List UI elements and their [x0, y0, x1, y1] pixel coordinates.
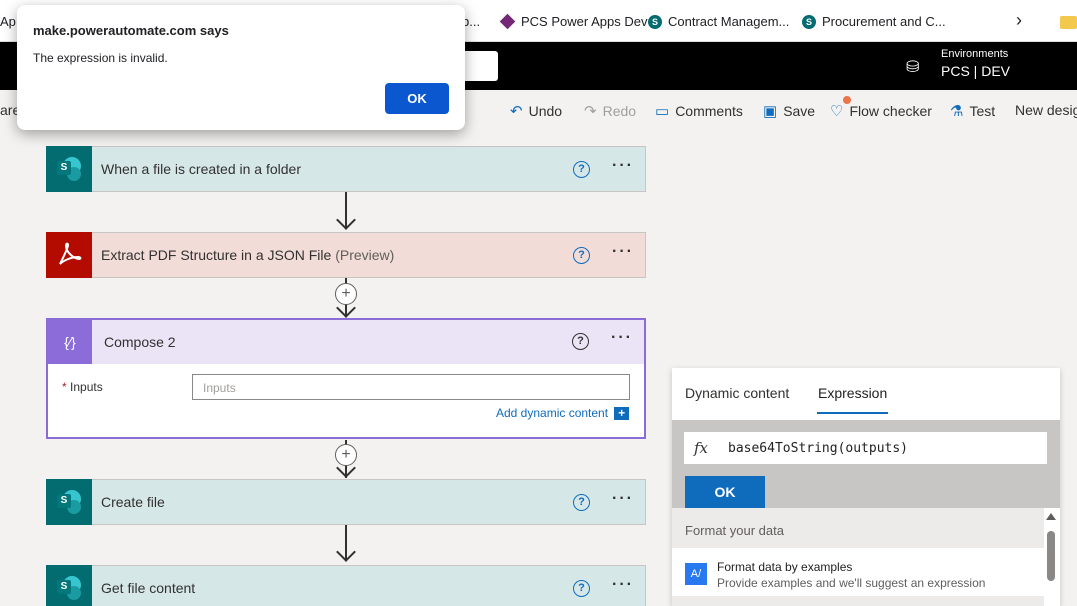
- next-section: [672, 596, 1044, 606]
- sharepoint-icon: S: [46, 146, 92, 192]
- comments-button[interactable]: ▭ Comments: [655, 102, 743, 120]
- inputs-field[interactable]: Inputs: [192, 374, 630, 400]
- undo-icon: ↶: [510, 103, 523, 120]
- sharepoint-icon: S: [802, 14, 816, 29]
- step-title: Compose 2: [104, 334, 176, 350]
- help-icon[interactable]: ?: [573, 161, 590, 178]
- tab-expression[interactable]: Expression: [818, 385, 887, 401]
- compose-icon: {⁄}: [48, 320, 92, 364]
- flow-step-extract-pdf[interactable]: Extract PDF Structure in a JSON File (Pr…: [46, 232, 646, 278]
- redo-icon: ↷: [584, 103, 597, 120]
- preview-tag: (Preview): [335, 247, 395, 263]
- step-title: Get file content: [101, 580, 196, 596]
- format-data-heading: Format your data: [672, 508, 1044, 548]
- scrollbar-thumb[interactable]: [1047, 531, 1055, 581]
- step-title: Extract PDF Structure in a JSON File (Pr…: [101, 247, 395, 263]
- expression-ok-button[interactable]: OK: [685, 476, 765, 508]
- help-icon[interactable]: ?: [572, 333, 589, 350]
- flow-step-trigger[interactable]: S When a file is created in a folder ? ·…: [46, 146, 646, 192]
- more-options-icon[interactable]: ···: [612, 157, 634, 175]
- add-icon: +: [614, 406, 630, 420]
- flow-checker-warning-dot: [843, 96, 851, 104]
- redo-button[interactable]: ↷ Redo: [584, 102, 636, 120]
- step-title: Create file: [101, 494, 165, 510]
- test-button[interactable]: ⚗ Test: [950, 102, 995, 120]
- active-tab-indicator: [817, 412, 888, 414]
- acrobat-icon: [46, 232, 92, 278]
- expression-input[interactable]: fx base64ToString(outputs): [684, 432, 1047, 464]
- bookmark-pcs-power-apps-dev[interactable]: PCS Power Apps Dev: [499, 13, 647, 30]
- expression-panel: Dynamic content Expression fx base64ToSt…: [672, 368, 1060, 606]
- environment-name[interactable]: PCS | DEV: [941, 63, 1010, 79]
- undo-button[interactable]: ↶ Undo: [510, 102, 562, 120]
- panel-tabs: Dynamic content Expression: [672, 368, 1060, 420]
- bookmark-partial-left[interactable]: Ap: [0, 14, 16, 29]
- environment-icon[interactable]: ⛁: [906, 57, 926, 76]
- new-designer-toggle[interactable]: New desig: [1015, 102, 1077, 118]
- save-button[interactable]: ▣ Save: [763, 102, 815, 120]
- scroll-up-icon[interactable]: [1046, 513, 1056, 520]
- sharepoint-icon: S: [648, 14, 662, 29]
- bookmark-procurement[interactable]: S Procurement and C...: [802, 14, 946, 29]
- sharepoint-icon: S: [46, 479, 92, 525]
- expression-editor-area: fx base64ToString(outputs) OK: [672, 420, 1060, 508]
- more-options-icon[interactable]: ···: [612, 490, 634, 508]
- dialog-title: make.powerautomate.com says: [33, 23, 229, 38]
- add-dynamic-content-link[interactable]: Add dynamic content +: [496, 406, 630, 420]
- bookmark-contract-management[interactable]: S Contract Managem...: [648, 14, 789, 29]
- help-icon[interactable]: ?: [573, 494, 590, 511]
- power-apps-icon: [499, 13, 516, 30]
- more-options-icon[interactable]: ···: [612, 576, 634, 594]
- chevron-right-icon[interactable]: ›: [1016, 10, 1022, 31]
- stethoscope-icon: ♡: [830, 103, 844, 120]
- search-input[interactable]: [460, 51, 498, 81]
- save-icon: ▣: [763, 103, 778, 120]
- flow-step-create-file[interactable]: S Create file ? ···: [46, 479, 646, 525]
- beaker-icon: ⚗: [950, 103, 964, 120]
- help-icon[interactable]: ?: [573, 247, 590, 264]
- fx-icon: fx: [694, 439, 709, 457]
- tab-dynamic-content[interactable]: Dynamic content: [685, 385, 789, 401]
- dialog-ok-button[interactable]: OK: [385, 83, 449, 114]
- environments-label[interactable]: Environments: [941, 48, 1008, 60]
- dialog-message: The expression is invalid.: [33, 51, 168, 65]
- folder-icon[interactable]: [1060, 16, 1077, 29]
- more-options-icon[interactable]: ···: [612, 243, 634, 261]
- help-icon[interactable]: ?: [573, 580, 590, 597]
- format-examples-icon: A/: [685, 563, 707, 585]
- sharepoint-icon: S: [46, 565, 92, 606]
- flow-step-get-file-content[interactable]: S Get file content ? ···: [46, 565, 646, 606]
- alert-dialog: make.powerautomate.com says The expressi…: [17, 5, 465, 130]
- flow-checker-button[interactable]: ♡ Flow checker: [830, 102, 932, 120]
- compose-header[interactable]: {⁄} Compose 2 ? ···: [48, 320, 644, 364]
- inputs-label: * Inputs: [62, 380, 103, 394]
- more-options-icon[interactable]: ···: [611, 329, 633, 347]
- flow-step-compose[interactable]: {⁄} Compose 2 ? ··· * Inputs Inputs Add …: [46, 318, 646, 439]
- format-by-examples-item[interactable]: A/ Format data by examples Provide examp…: [672, 550, 1044, 594]
- comment-icon: ▭: [655, 103, 670, 120]
- step-title: When a file is created in a folder: [101, 161, 301, 177]
